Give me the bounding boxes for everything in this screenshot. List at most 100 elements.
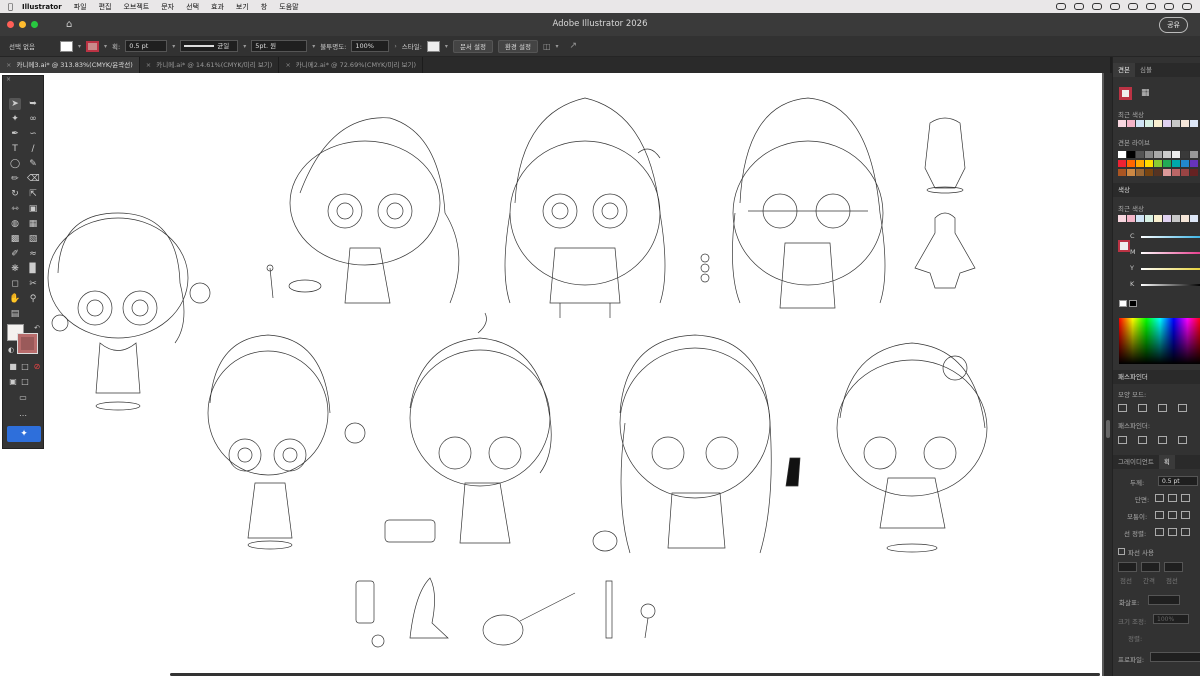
app-menu[interactable]: Illustrator xyxy=(22,3,62,11)
magic-wand-tool-icon[interactable]: ✦ xyxy=(9,113,21,125)
gradient-mode-icon[interactable]: □ xyxy=(19,361,31,373)
symbol-sprayer-tool-icon[interactable]: ❋ xyxy=(9,263,21,275)
chibi-character-sketch[interactable] xyxy=(592,334,801,554)
close-icon[interactable]: × xyxy=(146,57,151,73)
vertical-scroll-thumb[interactable] xyxy=(1106,420,1110,438)
recent-colors-row[interactable] xyxy=(1118,120,1199,127)
dashed-line-checkbox[interactable] xyxy=(1118,548,1125,555)
graph-tool-icon[interactable]: ▉ xyxy=(27,263,39,275)
black-slider[interactable] xyxy=(1141,284,1200,286)
minus-front-icon[interactable] xyxy=(1138,404,1147,412)
selection-tool-icon[interactable]: ➤ xyxy=(9,98,21,110)
mesh-tool-icon[interactable]: ▩ xyxy=(9,233,21,245)
chibi-character-sketch[interactable] xyxy=(504,97,666,318)
none-mode-icon[interactable]: ⊘ xyxy=(31,361,43,373)
swatch-library-row-1[interactable] xyxy=(1118,151,1199,158)
white-swatch[interactable] xyxy=(1119,300,1127,307)
tab-document-1[interactable]: × 카니메3.ai* @ 313.83%(CMYK/윤곽선) xyxy=(0,57,140,73)
control-center-icon[interactable] xyxy=(1164,3,1174,10)
slice-tool-icon[interactable]: ✂ xyxy=(27,278,39,290)
chevron-down-icon[interactable]: ▾ xyxy=(445,43,448,50)
color-panel-header[interactable]: 색상 xyxy=(1113,183,1200,197)
width-tool-icon[interactable]: ⇿ xyxy=(9,203,21,215)
close-panel-icon[interactable]: × xyxy=(6,76,11,83)
chevron-down-icon[interactable]: ▾ xyxy=(104,43,107,50)
search-icon[interactable] xyxy=(1146,3,1156,10)
color-fill-stroke-icon[interactable] xyxy=(1118,240,1130,252)
draw-normal-icon[interactable]: ▣ xyxy=(7,376,19,388)
document-setup-button[interactable]: 문서 설정 xyxy=(452,39,493,53)
menu-window[interactable]: 창 xyxy=(261,2,267,12)
chevron-down-icon[interactable]: ▾ xyxy=(556,43,559,50)
miter-join-icon[interactable] xyxy=(1155,511,1164,519)
brush-definition[interactable]: 5pt. 원 xyxy=(251,40,308,52)
butt-cap-icon[interactable] xyxy=(1155,494,1164,502)
direct-selection-tool-icon[interactable]: ➥ xyxy=(27,98,39,110)
chibi-character-sketch[interactable] xyxy=(384,312,552,544)
tab-document-3[interactable]: × 카니메2.ai* @ 72.69%(CMYK/미리 보기) xyxy=(279,57,424,73)
tab-document-2[interactable]: × 카니메.ai* @ 14.61%(CMYK/미리 보기) xyxy=(140,57,280,73)
menu-help[interactable]: 도움말 xyxy=(279,2,298,12)
chevron-right-icon[interactable]: › xyxy=(394,43,396,50)
black-swatch[interactable] xyxy=(1129,300,1137,307)
menu-object[interactable]: 오브젝트 xyxy=(123,2,149,12)
menu-type[interactable]: 문자 xyxy=(161,2,174,12)
hand-tool-icon[interactable]: ✋ xyxy=(9,293,21,305)
chibi-character-sketch[interactable] xyxy=(207,334,366,550)
body-template-sketch[interactable] xyxy=(914,117,976,289)
unite-icon[interactable] xyxy=(1118,404,1127,412)
align-inside-icon[interactable] xyxy=(1168,528,1177,536)
chibi-character-sketch[interactable] xyxy=(47,212,211,411)
exclude-icon[interactable] xyxy=(1178,404,1187,412)
divide-icon[interactable] xyxy=(1118,436,1127,444)
menu-edit[interactable]: 편집 xyxy=(99,2,112,12)
grid-icon[interactable]: ▦ xyxy=(1141,88,1150,98)
scale-tool-icon[interactable]: ⇱ xyxy=(27,188,39,200)
zoom-tool-icon[interactable]: ⚲ xyxy=(27,293,39,305)
pencil-tool-icon[interactable]: ✏ xyxy=(9,173,21,185)
default-colors-icon[interactable]: ◐ xyxy=(5,344,17,356)
chevron-down-icon[interactable]: ▾ xyxy=(78,43,81,50)
pen-tool-icon[interactable]: ✒ xyxy=(9,128,21,140)
yellow-slider[interactable] xyxy=(1141,268,1200,270)
gradient-tool-icon[interactable]: ▧ xyxy=(27,233,39,245)
type-tool-icon[interactable]: T xyxy=(9,143,21,155)
round-cap-icon[interactable] xyxy=(1168,494,1177,502)
artboard[interactable] xyxy=(0,73,1102,676)
zoom-window-button[interactable] xyxy=(31,21,38,28)
rotate-tool-icon[interactable]: ↻ xyxy=(9,188,21,200)
arrowhead-start-select[interactable] xyxy=(1148,595,1180,605)
chibi-character-sketch[interactable] xyxy=(700,97,886,309)
menu-file[interactable]: 파일 xyxy=(74,2,87,12)
artboard-tool-icon[interactable]: ◻ xyxy=(9,278,21,290)
more-tools-icon[interactable]: ⋯ xyxy=(17,410,29,422)
opacity-field[interactable]: 100% xyxy=(351,40,390,52)
pathfinder-panel-header[interactable]: 패스파인더 xyxy=(1113,370,1200,384)
menu-view[interactable]: 보기 xyxy=(236,2,249,12)
artwork-outline-view[interactable] xyxy=(0,73,1102,676)
message-icon[interactable] xyxy=(1074,3,1084,10)
chibi-character-sketch[interactable] xyxy=(836,342,988,553)
gap-field[interactable] xyxy=(1141,562,1160,572)
arrange-documents-icon[interactable]: ◫ xyxy=(543,42,551,51)
share-button[interactable]: 공유 xyxy=(1159,17,1188,33)
cloud-icon[interactable] xyxy=(1056,3,1066,10)
round-join-icon[interactable] xyxy=(1168,511,1177,519)
profile-select[interactable] xyxy=(1150,652,1200,662)
projecting-cap-icon[interactable] xyxy=(1181,494,1190,502)
free-transform-tool-icon[interactable]: ▣ xyxy=(27,203,39,215)
weight-field[interactable]: 0.5 pt xyxy=(1158,476,1198,486)
siri-icon[interactable] xyxy=(1182,3,1192,10)
fill-stroke-indicator[interactable] xyxy=(1119,87,1132,100)
draw-behind-icon[interactable]: □ xyxy=(19,376,31,388)
canvas-area[interactable] xyxy=(0,73,1104,676)
crop-icon[interactable] xyxy=(1178,436,1187,444)
fill-swatch[interactable] xyxy=(60,40,73,52)
play-icon[interactable] xyxy=(1110,3,1120,10)
intersect-icon[interactable] xyxy=(1158,404,1167,412)
preferences-button[interactable]: 환경 설정 xyxy=(497,39,538,53)
scale-field[interactable]: 100% xyxy=(1153,614,1189,624)
stroke-color-swatch[interactable] xyxy=(17,333,38,354)
stroke-weight-field[interactable]: 0.5 pt xyxy=(125,40,168,52)
generative-ai-icon[interactable]: ✦ xyxy=(7,426,41,442)
